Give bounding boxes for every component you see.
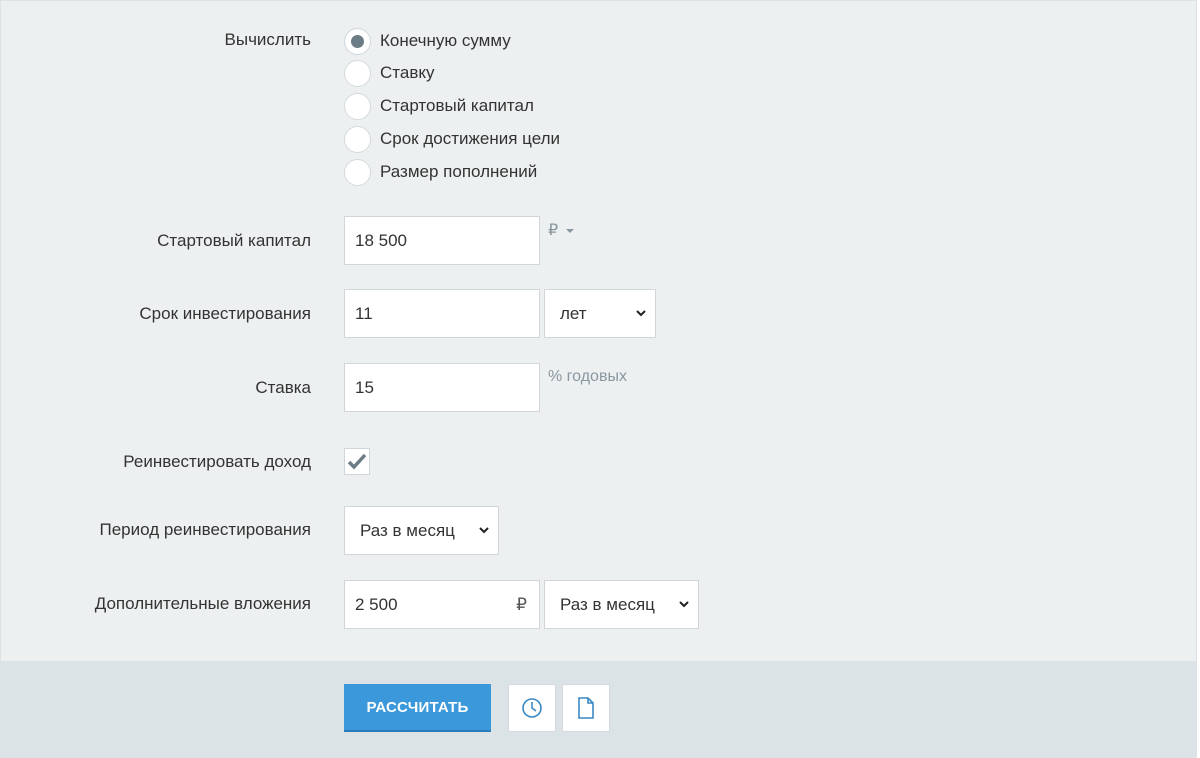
additional-input[interactable]: 2 500 ₽ bbox=[344, 580, 540, 629]
chevron-down-icon bbox=[479, 527, 489, 534]
document-icon bbox=[578, 697, 594, 719]
rate-input[interactable]: 15 bbox=[344, 363, 540, 412]
radio-label: Ставку bbox=[380, 63, 435, 82]
radio-button[interactable] bbox=[344, 158, 371, 186]
additional-period-value: Раз в месяц bbox=[560, 594, 655, 614]
radio-rate[interactable]: Ставку bbox=[344, 59, 435, 87]
term-input[interactable]: 11 bbox=[344, 289, 540, 338]
reinvest-period-label: Период реинвестирования bbox=[99, 520, 311, 539]
chevron-down-icon bbox=[636, 310, 646, 317]
reinvest-period-value: Раз в месяц bbox=[360, 520, 455, 540]
history-button[interactable] bbox=[508, 684, 556, 732]
currency-dropdown[interactable]: ₽ bbox=[548, 220, 575, 240]
start-capital-input[interactable]: 18 500 bbox=[344, 216, 540, 265]
document-button[interactable] bbox=[562, 684, 610, 732]
radio-label: Стартовый капитал bbox=[380, 96, 534, 115]
reinvest-label: Реинвестировать доход bbox=[123, 452, 311, 471]
rate-unit: % годовых bbox=[548, 368, 627, 385]
radio-button[interactable] bbox=[344, 27, 371, 55]
start-capital-label: Стартовый капитал bbox=[157, 231, 311, 250]
radio-label: Срок достижения цели bbox=[380, 129, 560, 148]
reinvest-period-select[interactable]: Раз в месяц bbox=[344, 506, 499, 555]
term-unit-value: лет bbox=[560, 303, 587, 323]
radio-button[interactable] bbox=[344, 125, 371, 153]
radio-label: Конечную сумму bbox=[380, 31, 511, 50]
clock-icon bbox=[522, 698, 542, 718]
caret-down-icon bbox=[565, 228, 574, 233]
rate-label: Ставка bbox=[255, 378, 311, 397]
checkmark-icon bbox=[347, 453, 367, 470]
currency-symbol: ₽ bbox=[548, 222, 559, 239]
radio-button[interactable] bbox=[344, 92, 371, 120]
calculate-label: Вычислить bbox=[224, 30, 311, 49]
radio-start-capital[interactable]: Стартовый капитал bbox=[344, 92, 534, 120]
radio-topup-size[interactable]: Размер пополнений bbox=[344, 158, 537, 186]
term-unit-select[interactable]: лет bbox=[544, 289, 656, 338]
additional-label: Дополнительные вложения bbox=[94, 594, 311, 613]
radio-label: Размер пополнений bbox=[380, 162, 538, 181]
radio-final-sum[interactable]: Конечную сумму bbox=[344, 27, 511, 55]
reinvest-checkbox[interactable] bbox=[344, 448, 370, 475]
term-label: Срок инвестирования bbox=[139, 304, 311, 323]
additional-value: 2 500 bbox=[355, 594, 398, 614]
radio-button[interactable] bbox=[344, 59, 371, 87]
additional-currency: ₽ bbox=[516, 594, 527, 614]
additional-period-select[interactable]: Раз в месяц bbox=[544, 580, 699, 629]
chevron-down-icon bbox=[679, 601, 689, 608]
calculate-button[interactable]: РАССЧИТАТЬ bbox=[344, 684, 491, 732]
radio-goal-term[interactable]: Срок достижения цели bbox=[344, 125, 560, 153]
